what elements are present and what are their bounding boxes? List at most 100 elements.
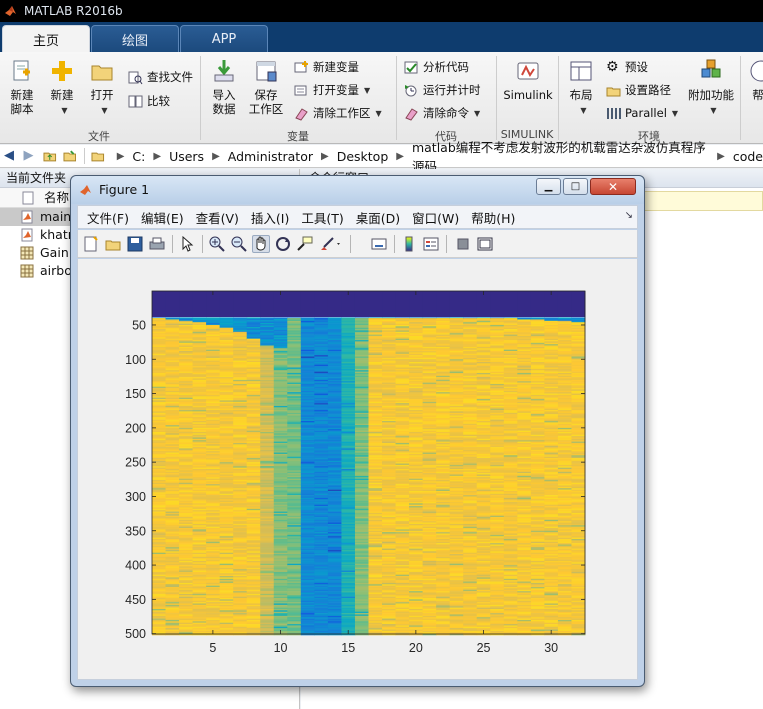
help-icon [750,60,763,82]
figure-canvas[interactable]: 50 100 150 200 250 300 350 400 450 500 5 10 15 20 25 30 [77,259,638,680]
find-files-label: 查找文件 [147,70,193,84]
new-figure-icon[interactable] [82,235,100,253]
run-and-time-label: 运行并计时 [423,83,481,97]
simulink-icon [517,62,539,80]
menu-edit[interactable]: 编辑(E) [141,208,184,227]
open-file-icon[interactable] [104,235,122,253]
m-file-icon [21,210,33,224]
new-button[interactable]: 新建 ▼ [46,58,78,118]
set-path-button[interactable]: 设置路径 [606,81,671,99]
tab-apps[interactable]: APP [180,25,268,52]
help-button[interactable]: 帮 [748,58,763,102]
dock-arrow-icon[interactable]: ↘ [625,210,633,221]
app-title: MATLAB R2016b [24,4,123,18]
path-separator [84,148,86,164]
heatmap-cell [233,291,248,318]
save-workspace-icon [256,61,277,82]
pan-icon[interactable] [252,235,270,253]
breadcrumb-chevron-icon: ▶ [396,150,404,162]
parallel-icon [607,107,621,119]
import-data-button[interactable]: 导入 数据 [206,58,242,116]
close-button[interactable]: ✕ [590,178,636,195]
toolbar-separator [202,235,203,253]
menu-help[interactable]: 帮助(H) [471,208,515,227]
new-variable-button[interactable]: 新建变量 [294,58,359,76]
show-plot-tools-icon[interactable] [476,235,494,253]
addons-cubes-icon [701,59,721,78]
figure-title: Figure 1 [99,182,150,197]
open-variable-button[interactable]: 打开变量 ▼ [294,81,370,99]
link-plot-icon[interactable] [370,235,388,253]
menu-desktop[interactable]: 桌面(D) [356,208,400,227]
tab-home[interactable]: 主页 [2,25,90,52]
breadcrumb-item[interactable]: code [733,149,763,164]
open-button[interactable]: 打开 ▼ [86,58,118,118]
analyze-code-icon [404,61,418,73]
heatmap-cell [192,291,207,318]
save-workspace-button[interactable]: 保存 工作区 [246,58,286,116]
breadcrumb-item[interactable]: Desktop [337,149,389,164]
chevron-down-icon: ▼ [710,106,717,115]
chevron-down-icon: ▼ [61,106,68,115]
clear-commands-button[interactable]: 清除命令 ▼ [404,104,480,122]
set-path-label: 设置路径 [625,83,671,97]
back-arrow-icon[interactable]: ◀ [4,149,18,163]
zoom-in-icon[interactable] [208,235,226,253]
run-and-time-button[interactable]: 运行并计时 [404,81,481,99]
save-icon[interactable] [126,235,144,253]
tab-plots[interactable]: 绘图 [91,25,179,52]
breadcrumb-item[interactable]: C: [132,149,145,164]
heatmap-plot[interactable]: 501001502002503003504004505005 10 15 20 25 30 [78,259,637,679]
clear-workspace-button[interactable]: 清除工作区 ▼ [294,104,382,122]
gear-icon: ⚙ [606,58,619,75]
simulink-label: Simulink [503,88,553,102]
forward-arrow-icon[interactable]: ▶ [24,149,38,163]
browse-folder-icon[interactable] [63,149,77,163]
simulink-button[interactable]: Simulink [502,58,554,102]
clear-workspace-label: 清除工作区 [313,106,371,120]
preferences-button[interactable]: ⚙ 预设 [606,58,648,76]
up-folder-icon[interactable] [43,149,57,163]
find-files-button[interactable]: 查找文件 [128,68,193,86]
compare-button[interactable]: 比较 [128,92,170,110]
menu-file[interactable]: 文件(F) [87,208,129,227]
hide-plot-tools-icon[interactable] [454,235,472,253]
menu-view[interactable]: 查看(V) [196,208,239,227]
menu-insert[interactable]: 插入(I) [251,208,289,227]
heatmap-cell [246,291,261,318]
heatmap-cell [422,291,437,318]
figure-titlebar[interactable]: Figure 1 ▁ □ ✕ [71,176,644,204]
menu-tools[interactable]: 工具(T) [301,208,343,227]
zoom-out-icon[interactable] [230,235,248,253]
breadcrumb-item[interactable]: Users [169,149,204,164]
print-icon[interactable] [148,235,166,253]
heatmap-cells [152,291,586,636]
compare-label: 比较 [147,94,170,108]
addons-button[interactable]: 附加功能 ▼ [686,58,736,118]
heatmap-cell [314,291,329,318]
breadcrumb-item[interactable]: Administrator [228,149,313,164]
data-cursor-icon[interactable] [296,235,314,253]
heatmap-cell [327,291,342,318]
menu-window[interactable]: 窗口(W) [412,208,459,227]
parallel-button[interactable]: Parallel ▼ [606,104,678,122]
colorbar-icon[interactable] [400,235,418,253]
clear-commands-icon [405,107,418,121]
pointer-icon[interactable] [178,235,196,253]
new-script-button[interactable]: 新建 脚本 [4,58,40,116]
analyze-code-button[interactable]: 分析代码 [404,58,469,76]
maximize-button[interactable]: □ [563,178,588,195]
new-script-icon [13,60,30,81]
brush-icon[interactable] [318,235,344,253]
run-and-time-icon [405,84,417,96]
layout-button[interactable]: 布局 ▼ [564,58,598,118]
figure-menubar: 文件(F) 编辑(E) 查看(V) 插入(I) 工具(T) 桌面(D) 窗口(W… [77,205,638,229]
minimize-button[interactable]: ▁ [536,178,561,195]
save-workspace-label: 保存 工作区 [248,88,284,116]
legend-icon[interactable] [422,235,440,253]
set-path-icon [606,87,621,96]
app-titlebar: MATLAB R2016b [0,0,763,22]
chevron-down-icon: ▼ [671,108,679,118]
addons-label: 附加功能 [688,88,734,102]
rotate-3d-icon[interactable] [274,235,292,253]
